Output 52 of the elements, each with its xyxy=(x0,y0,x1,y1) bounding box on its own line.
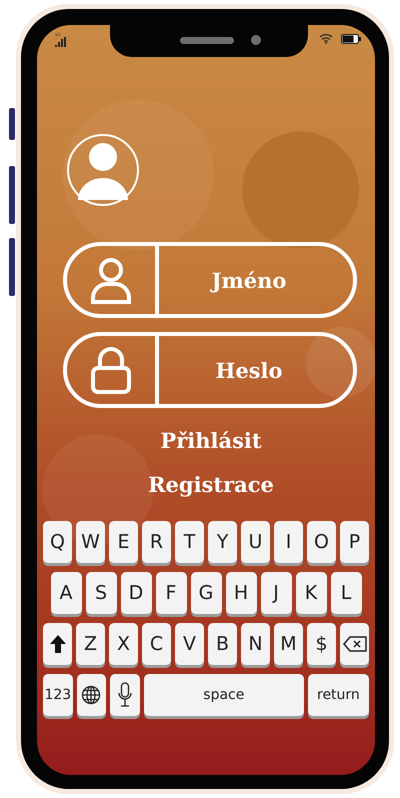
keyboard-key[interactable]: D xyxy=(120,572,152,614)
user-icon xyxy=(78,140,128,200)
backspace-icon xyxy=(342,636,366,652)
keyboard-key[interactable]: A xyxy=(50,572,82,614)
signal-icon xyxy=(55,37,67,47)
keyboard-key[interactable]: V xyxy=(175,623,204,665)
shift-icon xyxy=(50,635,66,653)
keyboard-key[interactable]: F xyxy=(156,572,186,614)
keyboard-key[interactable]: S xyxy=(86,572,116,614)
username-field[interactable]: Jméno xyxy=(63,242,357,318)
keyboard-key[interactable]: Q xyxy=(43,521,72,563)
keyboard-key[interactable]: G xyxy=(190,572,222,614)
space-key[interactable]: space xyxy=(144,674,304,716)
keyboard-key[interactable]: $ xyxy=(307,623,336,665)
password-input[interactable]: Heslo xyxy=(159,336,339,404)
keyboard-key[interactable]: T xyxy=(175,521,204,563)
password-field[interactable]: Heslo xyxy=(63,332,357,408)
shift-key[interactable] xyxy=(43,623,72,665)
login-button[interactable]: Přihlásit xyxy=(160,428,262,453)
wifi-icon xyxy=(319,33,333,44)
backspace-key[interactable] xyxy=(340,623,369,665)
keyboard-key[interactable]: X xyxy=(109,623,138,665)
keyboard-key[interactable]: J xyxy=(260,572,292,614)
front-camera xyxy=(251,35,261,45)
globe-icon xyxy=(81,685,102,705)
keyboard-key[interactable]: K xyxy=(296,572,326,614)
keyboard-key[interactable]: U xyxy=(241,521,270,563)
microphone-icon xyxy=(118,682,132,708)
keyboard-key[interactable]: M xyxy=(274,623,303,665)
keyboard-key[interactable]: B xyxy=(208,623,237,665)
battery-icon xyxy=(341,34,361,44)
username-input[interactable]: Jméno xyxy=(159,246,339,314)
keyboard-key[interactable]: O xyxy=(307,521,336,563)
keyboard-key[interactable]: 123 xyxy=(43,674,73,716)
microphone-key[interactable] xyxy=(110,674,140,716)
keyboard-key[interactable]: P xyxy=(340,521,369,563)
globe-key[interactable] xyxy=(76,674,106,716)
register-button[interactable]: Registrace xyxy=(148,472,274,497)
return-key[interactable]: return xyxy=(308,674,370,716)
keyboard-key[interactable]: R xyxy=(142,521,171,563)
lock-icon xyxy=(89,346,133,394)
user-icon xyxy=(89,256,133,304)
keyboard-key[interactable]: I xyxy=(274,521,303,563)
keyboard-key[interactable]: E xyxy=(109,521,138,563)
keyboard-key[interactable]: N xyxy=(241,623,270,665)
keyboard-key[interactable]: L xyxy=(330,572,362,614)
speaker-grille xyxy=(180,37,234,44)
keyboard-key[interactable]: C xyxy=(142,623,171,665)
keyboard-key[interactable]: W xyxy=(76,521,105,563)
keyboard-key[interactable]: Z xyxy=(76,623,105,665)
keyboard-key[interactable]: Y xyxy=(208,521,237,563)
keyboard-key[interactable]: H xyxy=(226,572,256,614)
